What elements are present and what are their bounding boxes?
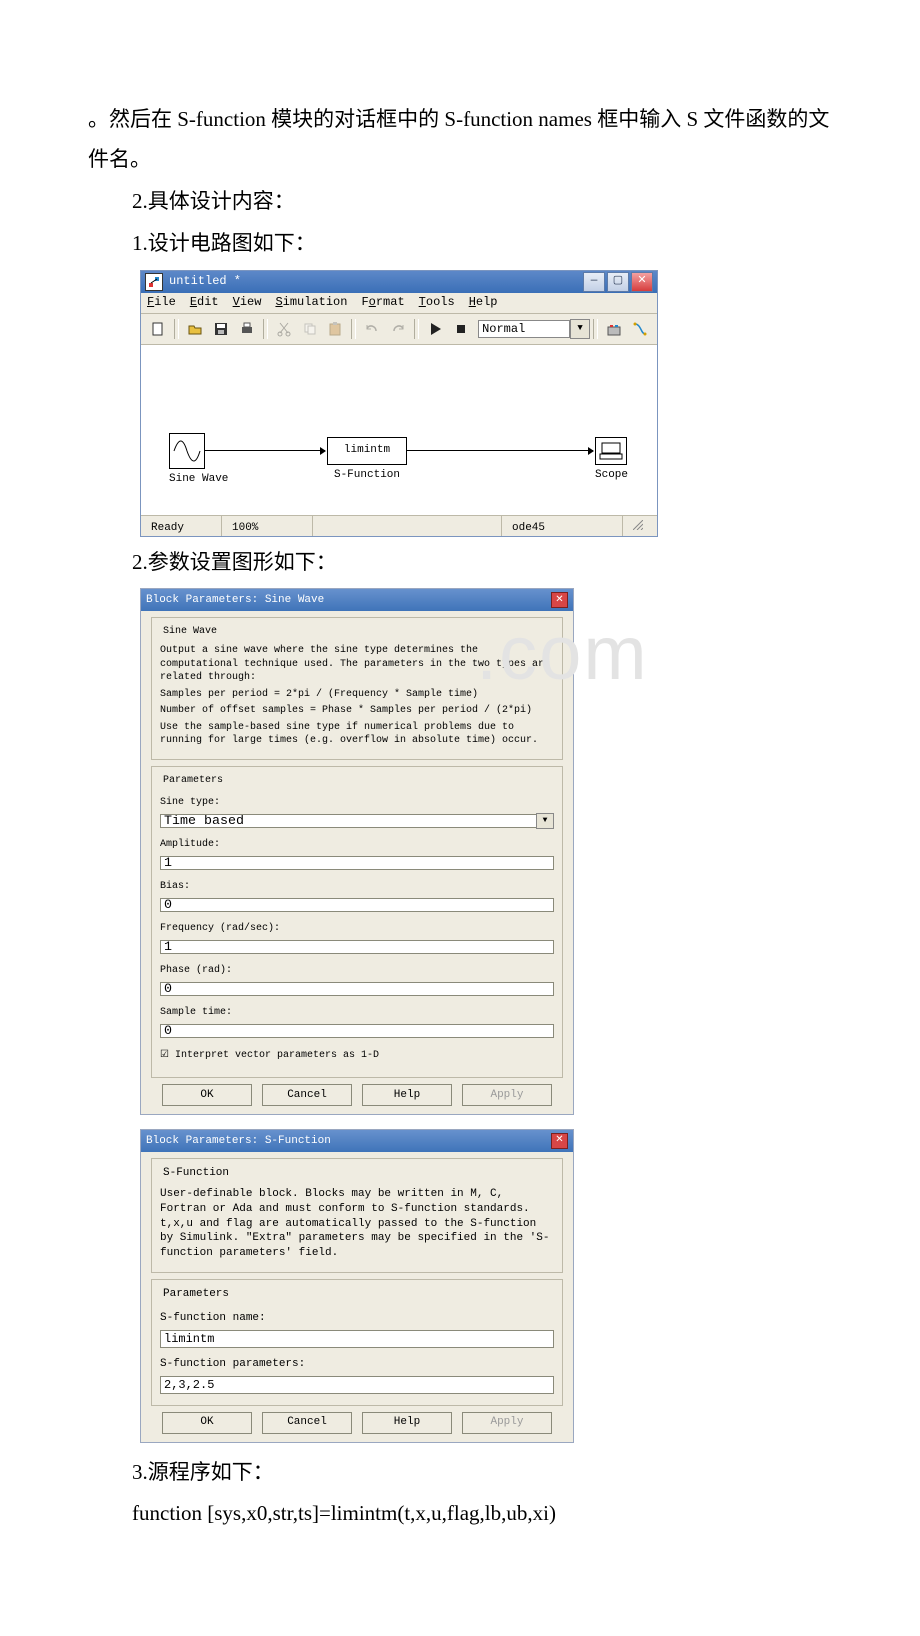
interpret-vector-checkbox[interactable]: ☑ Interpret vector parameters as 1-D: [160, 1046, 554, 1065]
sfun-name-label: S-function name:: [160, 1308, 554, 1329]
desc-4: Use the sample-based sine type if numeri…: [160, 721, 554, 748]
frequency-label: Frequency (rad/sec):: [160, 919, 554, 938]
wire-1: [205, 450, 325, 451]
new-icon[interactable]: [146, 318, 170, 340]
status-bar: Ready 100% ode45: [141, 515, 657, 536]
menu-format[interactable]: Format: [361, 291, 404, 314]
sine-wave-dialog: Block Parameters: Sine Wave ✕ Sine Wave …: [140, 588, 574, 1115]
dialog-titlebar[interactable]: Block Parameters: S-Function ✕: [141, 1130, 573, 1152]
sfun-params-input[interactable]: [160, 1376, 554, 1394]
menu-tools[interactable]: Tools: [419, 291, 455, 314]
model-explorer-icon[interactable]: [628, 318, 652, 340]
simulink-window: untitled * — ▢ ✕ File Edit View Simulati…: [140, 270, 658, 537]
cut-icon[interactable]: [272, 318, 296, 340]
status-zoom: 100%: [222, 516, 313, 536]
menu-bar: File Edit View Simulation Format Tools H…: [141, 293, 657, 314]
sine-wave-label: Sine Wave: [169, 469, 228, 490]
simulation-mode-input[interactable]: [478, 320, 570, 338]
save-icon[interactable]: [209, 318, 233, 340]
scope-label: Scope: [595, 465, 628, 486]
status-ready: Ready: [141, 516, 222, 536]
desc-2: Samples per period = 2*pi / (Frequency *…: [160, 688, 554, 702]
sfun-desc: User-definable block. Blocks may be writ…: [160, 1187, 554, 1261]
status-solver: ode45: [502, 516, 623, 536]
apply-button[interactable]: Apply: [462, 1412, 552, 1434]
apply-button[interactable]: Apply: [462, 1084, 552, 1106]
chevron-down-icon[interactable]: ▼: [536, 813, 554, 829]
open-icon[interactable]: [183, 318, 207, 340]
resize-grip-icon[interactable]: [633, 520, 643, 530]
close-icon[interactable]: ✕: [551, 592, 568, 608]
cancel-button[interactable]: Cancel: [262, 1412, 352, 1434]
run-icon[interactable]: [423, 318, 447, 340]
window-title: untitled *: [169, 270, 241, 293]
s-function-name: limintm: [327, 437, 407, 465]
close-button[interactable]: ✕: [631, 272, 653, 292]
title-bar[interactable]: untitled * — ▢ ✕: [141, 271, 657, 293]
close-icon[interactable]: ✕: [551, 1133, 568, 1149]
mode-dropdown-icon[interactable]: ▼: [570, 319, 590, 339]
menu-file[interactable]: File: [147, 291, 176, 314]
paste-icon[interactable]: [324, 318, 348, 340]
paragraph-3: 1.设计电路图如下：: [88, 224, 840, 264]
sample-time-label: Sample time:: [160, 1003, 554, 1022]
sine-wave-legend: Sine Wave: [160, 622, 220, 641]
bias-label: Bias:: [160, 877, 554, 896]
dialog-title: Block Parameters: S-Function: [146, 1131, 331, 1152]
menu-simulation[interactable]: Simulation: [275, 291, 347, 314]
phase-label: Phase (rad):: [160, 961, 554, 980]
s-function-label: S-Function: [327, 465, 407, 486]
dialog-titlebar[interactable]: Block Parameters: Sine Wave ✕: [141, 589, 573, 611]
sfun-name-input[interactable]: [160, 1330, 554, 1348]
sine-type-label: Sine type:: [160, 793, 554, 812]
menu-edit[interactable]: Edit: [190, 291, 219, 314]
s-function-legend: S-Function: [160, 1163, 232, 1184]
ok-button[interactable]: OK: [162, 1412, 252, 1434]
copy-icon[interactable]: [298, 318, 322, 340]
sine-wave-block[interactable]: Sine Wave: [169, 433, 228, 490]
phase-input[interactable]: [160, 982, 554, 996]
scope-block[interactable]: Scope: [595, 437, 628, 486]
redo-icon[interactable]: [386, 318, 410, 340]
paragraph-4: 2.参数设置图形如下：: [88, 543, 840, 583]
frequency-input[interactable]: [160, 940, 554, 954]
dialog-title: Block Parameters: Sine Wave: [146, 590, 324, 611]
parameters-legend: Parameters: [160, 771, 226, 790]
stop-icon[interactable]: [449, 318, 473, 340]
print-icon[interactable]: [235, 318, 259, 340]
s-function-block[interactable]: limintm S-Function: [327, 437, 407, 486]
minimize-button[interactable]: —: [583, 272, 605, 292]
amplitude-label: Amplitude:: [160, 835, 554, 854]
help-button[interactable]: Help: [362, 1412, 452, 1434]
paragraph-2: 2.具体设计内容：: [88, 182, 840, 222]
desc-3: Number of offset samples = Phase * Sampl…: [160, 704, 554, 718]
help-button[interactable]: Help: [362, 1084, 452, 1106]
amplitude-input[interactable]: [160, 856, 554, 870]
menu-view[interactable]: View: [233, 291, 262, 314]
maximize-button[interactable]: ▢: [607, 272, 629, 292]
simulink-icon: [145, 273, 163, 291]
sample-time-input[interactable]: [160, 1024, 554, 1038]
menu-help[interactable]: Help: [469, 291, 498, 314]
code-line: function [sys,x0,str,ts]=limintm(t,x,u,f…: [88, 1494, 840, 1534]
sine-type-select[interactable]: [160, 814, 554, 828]
wire-2: [407, 450, 593, 451]
ok-button[interactable]: OK: [162, 1084, 252, 1106]
toolbar: ▼: [141, 314, 657, 345]
s-function-dialog: Block Parameters: S-Function ✕ S-Functio…: [140, 1129, 574, 1443]
model-canvas[interactable]: Sine Wave limintm S-Function Scope: [141, 345, 657, 515]
paragraph-5: 3.源程序如下：: [88, 1453, 840, 1493]
desc-1: Output a sine wave where the sine type d…: [160, 644, 554, 685]
paragraph-1: 。然后在 S-function 模块的对话框中的 S-function name…: [88, 100, 840, 180]
sfun-params-label: S-function parameters:: [160, 1354, 554, 1375]
cancel-button[interactable]: Cancel: [262, 1084, 352, 1106]
bias-input[interactable]: [160, 898, 554, 912]
library-browser-icon[interactable]: [602, 318, 626, 340]
undo-icon[interactable]: [360, 318, 384, 340]
